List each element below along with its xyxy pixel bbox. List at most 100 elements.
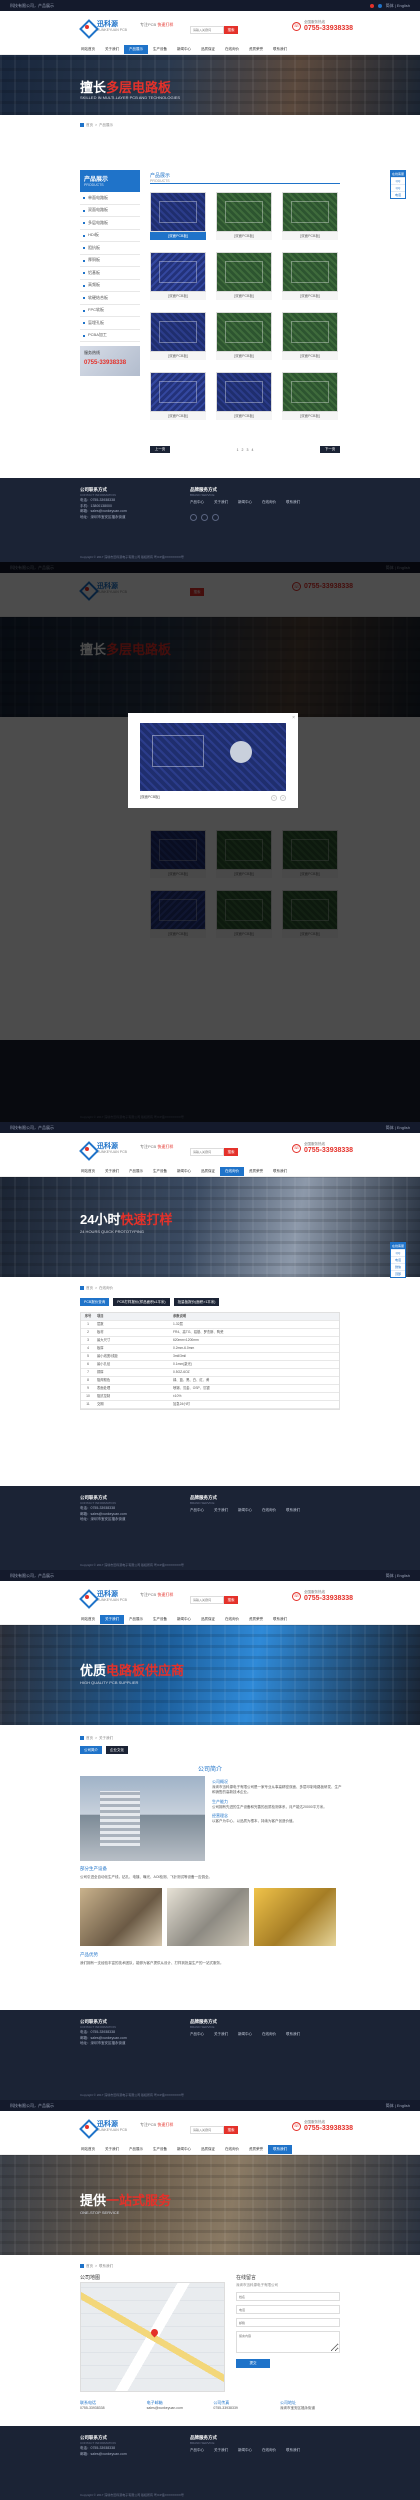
search-button[interactable]: 搜索 xyxy=(224,26,238,34)
footer-link[interactable]: 联系我们 xyxy=(286,500,300,505)
product-image[interactable] xyxy=(216,372,272,412)
breadcrumb-home[interactable]: 首页 xyxy=(86,123,93,128)
nav-news[interactable]: 新闻中心 xyxy=(172,45,196,54)
sidebar-item[interactable]: 多层电路板 xyxy=(80,217,140,230)
product-image[interactable] xyxy=(216,252,272,292)
wechat-icon[interactable] xyxy=(201,514,208,521)
back-to-top-button[interactable]: 顶部 xyxy=(391,1270,405,1277)
email-field[interactable] xyxy=(236,2318,340,2327)
name-field[interactable] xyxy=(236,2292,340,2301)
product-caption[interactable]: [双面PCB板] xyxy=(216,232,272,240)
qq-icon[interactable] xyxy=(212,514,219,521)
product-image[interactable] xyxy=(282,252,338,292)
nav-quote[interactable]: 在线询价 xyxy=(220,45,244,54)
product-image[interactable] xyxy=(150,372,206,412)
product-image[interactable] xyxy=(282,192,338,232)
site-logo[interactable]: 迅科源 XUNKEYUAN PCB xyxy=(80,20,127,34)
tab-quote-query[interactable]: PCB报价查询 xyxy=(80,1298,110,1306)
prev-page-button[interactable]: 上一页 xyxy=(150,446,170,453)
float-phone-button[interactable]: 电话 xyxy=(391,191,405,198)
modal-overlay[interactable] xyxy=(0,562,420,1122)
nav-contact[interactable]: 联系我们 xyxy=(268,45,292,54)
product-card[interactable]: [双面PCB板] xyxy=(216,252,272,300)
tab-sample-quote[interactable]: PCB打样报价(样品面积≤1平米) xyxy=(113,1298,170,1306)
product-image[interactable] xyxy=(282,372,338,412)
product-image[interactable] xyxy=(150,312,206,352)
nav-honor[interactable]: 资质荣誉 xyxy=(244,45,268,54)
product-caption[interactable]: [双面PCB板] xyxy=(150,352,206,360)
phone-field[interactable] xyxy=(236,2305,340,2314)
footer-link[interactable]: 在线询价 xyxy=(262,500,276,505)
product-caption[interactable]: [双面PCB板] xyxy=(282,232,338,240)
language-switch[interactable]: 简体 | English xyxy=(386,3,410,9)
nav-equipment[interactable]: 生产设备 xyxy=(148,45,172,54)
sidebar-item[interactable]: HDI板 xyxy=(80,230,140,242)
prev-image-icon[interactable]: ‹ xyxy=(271,795,277,801)
tab-culture[interactable]: 企业文化 xyxy=(106,1746,128,1754)
page-number[interactable]: 3 xyxy=(247,448,249,452)
submit-button[interactable]: 提交 xyxy=(236,2359,270,2368)
company-map[interactable] xyxy=(80,2282,225,2392)
sidebar-item[interactable]: 单面电路板 xyxy=(80,192,140,205)
footer-link[interactable]: 产品中心 xyxy=(190,500,204,505)
sidebar-item[interactable]: 厚铜板 xyxy=(80,255,140,267)
tab-company-profile[interactable]: 公司简介 xyxy=(80,1746,102,1754)
float-qq-button[interactable]: QQ xyxy=(391,184,405,191)
sidebar-item[interactable]: 阻抗板 xyxy=(80,242,140,255)
product-image[interactable] xyxy=(216,192,272,232)
footer-link[interactable]: 关于我们 xyxy=(214,500,228,505)
product-card[interactable]: [双面PCB板] xyxy=(282,372,338,420)
product-card[interactable]: [双面PCB板] xyxy=(216,312,272,360)
product-image[interactable] xyxy=(150,252,206,292)
product-card[interactable]: [双面PCB板] xyxy=(282,312,338,360)
sidebar-item[interactable]: 双面电路板 xyxy=(80,205,140,217)
nav-home[interactable]: 网站首页 xyxy=(76,45,100,54)
nav-products[interactable]: 产品展示 xyxy=(124,45,148,54)
product-caption[interactable]: [双面PCB板] xyxy=(216,292,272,300)
close-icon[interactable]: × xyxy=(292,715,295,721)
product-caption[interactable]: [双面PCB板] xyxy=(216,352,272,360)
product-image[interactable] xyxy=(282,312,338,352)
product-card[interactable]: [双面PCB板] xyxy=(282,192,338,240)
sidebar-item[interactable]: 软硬结合板 xyxy=(80,292,140,305)
product-card[interactable]: [双面PCB板] xyxy=(150,252,206,300)
message-field[interactable] xyxy=(236,2331,340,2353)
next-page-button[interactable]: 下一页 xyxy=(320,446,340,453)
footer-link[interactable]: 新闻中心 xyxy=(238,500,252,505)
sidebar-item[interactable]: 高频板 xyxy=(80,280,140,292)
next-image-icon[interactable]: › xyxy=(280,795,286,801)
product-caption[interactable]: [双面PCB板] xyxy=(150,412,206,420)
weibo-icon[interactable] xyxy=(190,514,197,521)
lang-cn-icon[interactable] xyxy=(369,3,374,8)
lang-en-icon[interactable] xyxy=(377,3,382,8)
product-caption[interactable]: [双面PCB板] xyxy=(150,292,206,300)
product-caption[interactable]: [双面PCB板] xyxy=(216,412,272,420)
sidebar-item[interactable]: FPC软板 xyxy=(80,305,140,317)
nav-quality[interactable]: 品质保证 xyxy=(196,45,220,54)
page-number[interactable]: 2 xyxy=(242,448,244,452)
product-card[interactable]: [双面PCB板] xyxy=(216,372,272,420)
product-card[interactable]: [双面PCB板] xyxy=(150,192,206,240)
product-caption[interactable]: [双面PCB板] xyxy=(282,352,338,360)
tab-batch-quote[interactable]: 批量板报价(面积>1平米) xyxy=(173,1298,220,1306)
product-image[interactable] xyxy=(216,312,272,352)
nav-about[interactable]: 关于我们 xyxy=(100,45,124,54)
product-card[interactable]: [双面PCB板] xyxy=(282,252,338,300)
product-image[interactable] xyxy=(150,192,206,232)
page-number[interactable]: 1 xyxy=(237,448,239,452)
sidebar-item[interactable]: PCBA加工 xyxy=(80,330,140,342)
quote-tabs: PCB报价查询 PCB打样报价(样品面积≤1平米) 批量板报价(面积>1平米) xyxy=(80,1298,220,1306)
float-qq-button[interactable]: QQ xyxy=(391,177,405,184)
product-card[interactable]: [双面PCB板] xyxy=(150,372,206,420)
sidebar-item[interactable]: 盲埋孔板 xyxy=(80,317,140,330)
product-card[interactable]: [双面PCB板] xyxy=(150,312,206,360)
product-caption[interactable]: [双面PCB板] xyxy=(282,292,338,300)
product-caption[interactable]: [双面PCB板] xyxy=(150,232,206,240)
page-number[interactable]: 4 xyxy=(251,448,253,452)
map-pin-icon[interactable] xyxy=(149,2327,160,2338)
sidebar-item[interactable]: 铝基板 xyxy=(80,267,140,280)
product-card[interactable]: [双面PCB板] xyxy=(216,192,272,240)
breadcrumb-current[interactable]: 产品展示 xyxy=(99,123,113,128)
product-caption[interactable]: [双面PCB板] xyxy=(282,412,338,420)
search-input[interactable] xyxy=(190,26,224,34)
